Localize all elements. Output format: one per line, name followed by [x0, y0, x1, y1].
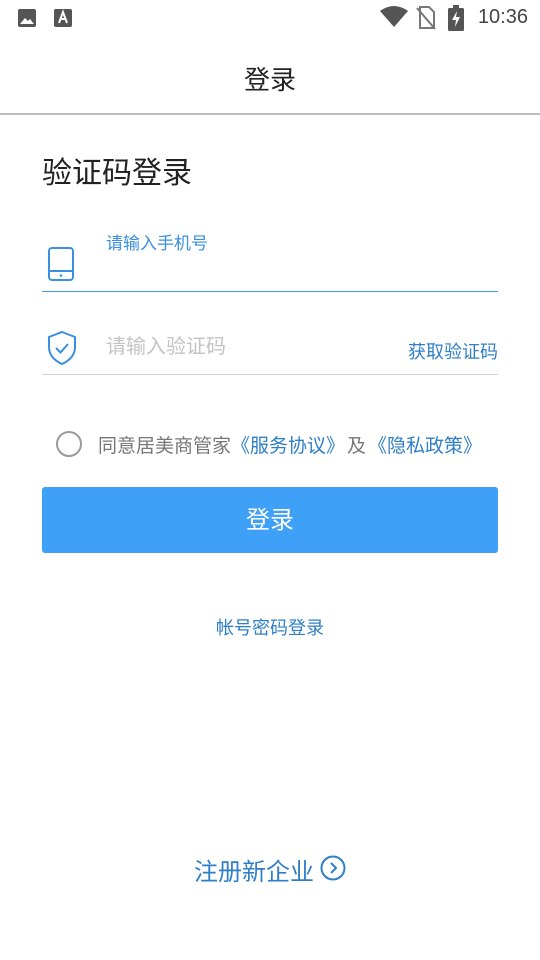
no-sim-icon: [416, 6, 436, 34]
chevron-right-circle-icon: [320, 855, 346, 885]
shield-check-icon: [46, 330, 78, 370]
verification-code-input[interactable]: [106, 334, 396, 358]
agreement-row: 同意居美商管家 《服务协议》 及 《隐私政策》: [56, 430, 482, 458]
register-link[interactable]: 注册新企业: [0, 852, 540, 887]
password-login-link: 帐号密码登录: [0, 614, 540, 640]
agreement-checkbox[interactable]: [56, 431, 82, 457]
text-a-icon: [54, 8, 72, 32]
password-login-label[interactable]: 帐号密码登录: [216, 618, 324, 639]
phone-icon: [46, 246, 76, 286]
get-code-button[interactable]: 获取验证码: [408, 338, 498, 364]
privacy-policy-link[interactable]: 《隐私政策》: [368, 431, 482, 458]
status-time: 10:36: [477, 6, 528, 28]
battery-charging-icon: [448, 5, 464, 35]
section-title: 验证码登录: [42, 156, 192, 191]
agreement-prefix: 同意居美商管家: [98, 434, 232, 457]
status-bar: 10:36: [0, 0, 540, 36]
register-label: 注册新企业: [194, 858, 314, 886]
page-title: 登录: [243, 66, 296, 96]
phone-floating-label: 请输入手机号: [106, 234, 208, 254]
service-agreement-link[interactable]: 《服务协议》: [231, 431, 345, 458]
verification-code-field: 获取验证码: [42, 318, 498, 375]
login-button[interactable]: 登录: [42, 487, 498, 553]
image-icon: [17, 8, 37, 32]
phone-field[interactable]: 请输入手机号: [42, 224, 498, 292]
agreement-conjunction: 及: [347, 434, 367, 457]
wifi-icon: [380, 6, 408, 32]
app-header: 登录: [0, 36, 540, 115]
